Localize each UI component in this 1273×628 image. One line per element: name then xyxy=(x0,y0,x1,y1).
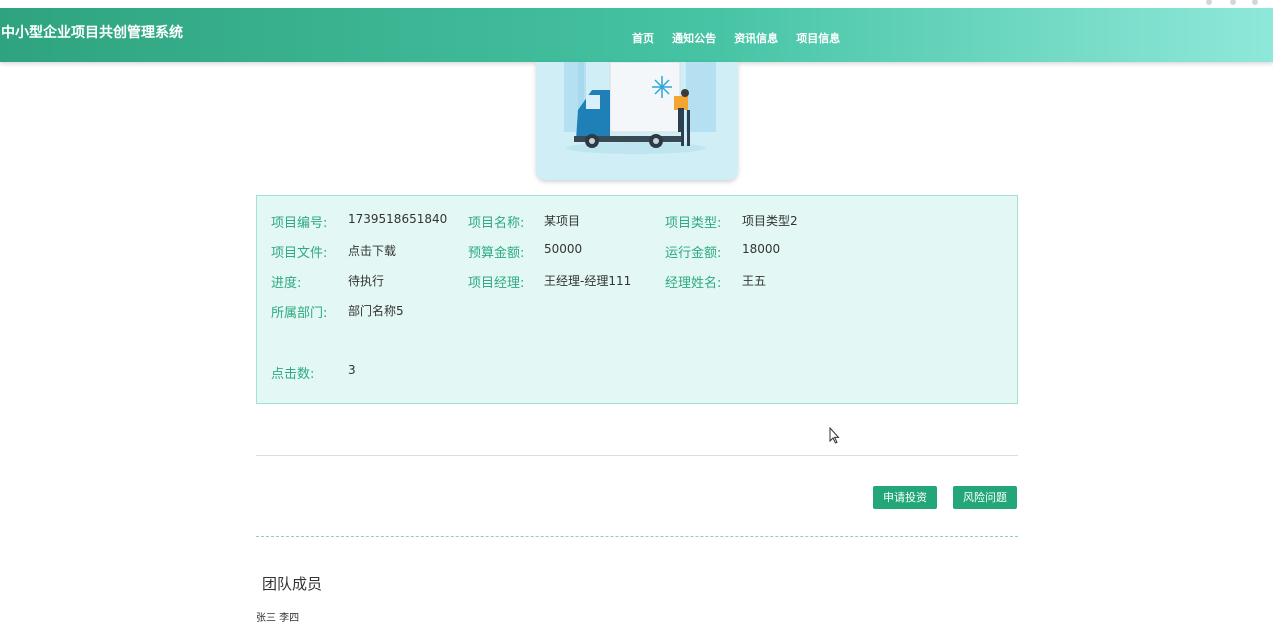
project-name-label: 项目名称: xyxy=(468,216,525,231)
project-type-label: 项目类型: xyxy=(665,216,722,231)
manager-name-value: 王五 xyxy=(742,274,767,288)
progress-value: 待执行 xyxy=(348,274,385,288)
project-id-label: 项目编号: xyxy=(271,216,328,231)
budget-value: 50000 xyxy=(544,242,583,256)
project-name-value: 某项目 xyxy=(544,214,581,228)
nav-notices[interactable]: 通知公告 xyxy=(672,30,716,46)
running-amount-label: 运行金额: xyxy=(665,246,722,261)
nav-home[interactable]: 首页 xyxy=(632,30,654,46)
manager-label: 项目经理: xyxy=(468,276,525,291)
progress-label: 进度: xyxy=(271,276,302,291)
click-count-label: 点击数: xyxy=(271,367,315,382)
section-divider xyxy=(256,455,1018,456)
site-title: 中小型企业项目共创管理系统 xyxy=(1,25,183,41)
manager-name-label: 经理姓名: xyxy=(665,276,722,291)
risk-issue-button[interactable]: 风险问题 xyxy=(953,486,1017,509)
top-navbar: 中小型企业项目共创管理系统 首页 通知公告 资讯信息 项目信息 xyxy=(0,8,1273,62)
download-file-link[interactable]: 点击下载 xyxy=(348,242,396,259)
budget-label: 预算金额: xyxy=(468,246,525,261)
project-id-value: 1739518651840 xyxy=(348,212,448,226)
main-nav: 首页 通知公告 资讯信息 项目信息 xyxy=(632,27,853,46)
department-label: 所属部门: xyxy=(271,306,328,321)
department-value: 部门名称5 xyxy=(348,304,404,318)
team-section-title: 团队成员 xyxy=(262,575,323,593)
corner-decoration xyxy=(1206,0,1258,5)
delivery-truck-illustration xyxy=(564,62,716,154)
project-info-panel: 项目编号: 1739518651840 项目名称: 某项目 项目类型: 项目类型… xyxy=(256,195,1018,404)
nav-news[interactable]: 资讯信息 xyxy=(734,30,778,46)
project-type-value: 项目类型2 xyxy=(742,214,798,228)
project-file-label: 项目文件: xyxy=(271,246,328,261)
running-amount-value: 18000 xyxy=(742,242,781,256)
manager-value: 王经理-经理111 xyxy=(544,274,632,288)
cursor-icon xyxy=(829,427,840,444)
project-cover-image xyxy=(536,62,738,180)
apply-investment-button[interactable]: 申请投资 xyxy=(873,486,937,509)
dashed-divider xyxy=(256,536,1018,537)
click-count-value: 3 xyxy=(348,363,356,377)
team-members-list: 张三 李四 xyxy=(256,613,300,624)
nav-projects[interactable]: 项目信息 xyxy=(796,30,840,46)
